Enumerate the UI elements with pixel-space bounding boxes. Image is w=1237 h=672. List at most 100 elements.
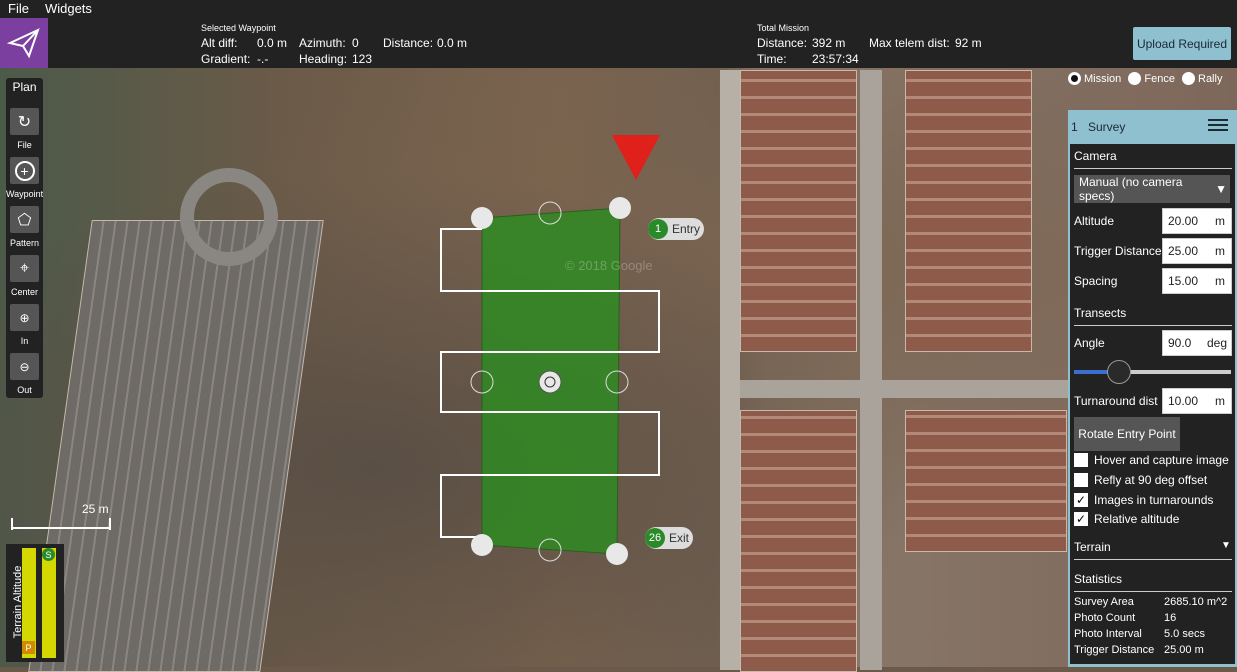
spacing-value: 15.00 <box>1168 274 1199 288</box>
divider <box>1074 559 1232 560</box>
terrain-section-label[interactable]: Terrain <box>1074 540 1111 554</box>
layer-radio-group: Mission Fence Rally <box>1068 72 1237 92</box>
total-mission-title: Total Mission <box>757 23 810 33</box>
camera-select[interactable]: Manual (no camera specs) ▼ <box>1074 175 1230 203</box>
checkbox-images-turnarounds[interactable]: ✓ Images in turnarounds <box>1074 493 1213 507</box>
turnaround-value: 10.00 <box>1168 394 1199 408</box>
transects-section-label: Transects <box>1074 306 1127 320</box>
altitude-field[interactable]: 20.00 m <box>1162 208 1232 234</box>
terrain-bar <box>42 548 56 658</box>
angle-slider[interactable] <box>1074 360 1231 384</box>
gradient-label: Gradient: <box>201 52 251 66</box>
radio-rally-label: Rally <box>1198 72 1223 85</box>
stat-value: 5.0 secs <box>1164 628 1205 640</box>
stat-value: 2685.10 m^2 <box>1164 596 1228 608</box>
radio-mission-label: Mission <box>1084 72 1122 85</box>
radio-fence[interactable]: Fence <box>1128 72 1175 85</box>
checkmark-icon: ✓ <box>1074 493 1088 507</box>
stat-value: 16 <box>1164 612 1177 624</box>
azimuth-value: 0 <box>352 36 359 50</box>
survey-header[interactable]: 1 Survey <box>1068 113 1237 139</box>
tool-waypoint[interactable]: + <box>10 157 39 184</box>
survey-editor: Camera Manual (no camera specs) ▼ Altitu… <box>1070 144 1235 664</box>
vertex-handle <box>471 207 493 229</box>
tool-zoom-in-label: In <box>20 336 29 346</box>
checkbox-label: Refly at 90 deg offset <box>1094 473 1208 487</box>
checkbox-label: Hover and capture image <box>1094 453 1229 467</box>
total-distance-value: 392 m <box>812 36 846 50</box>
slider-handle[interactable] <box>1107 360 1131 384</box>
entry-number: 1 <box>648 219 668 239</box>
slider-track <box>1119 370 1231 374</box>
chevron-down-icon[interactable]: ▼ <box>1221 540 1231 551</box>
survey-title: Survey <box>1088 120 1126 134</box>
paper-plane-icon[interactable] <box>0 18 48 68</box>
altitude-value: 20.00 <box>1168 214 1199 228</box>
toolbar: Selected Waypoint Alt diff: 0.0 m Azimut… <box>0 18 1237 68</box>
time-label: Time: <box>757 52 787 66</box>
max-telem-value: 92 m <box>955 36 982 50</box>
radio-mission[interactable]: Mission <box>1068 72 1121 85</box>
map-watermark: © 2018 Google <box>565 258 653 273</box>
checkbox-refly[interactable]: Refly at 90 deg offset <box>1074 473 1207 487</box>
checkbox-box <box>1074 473 1088 487</box>
map-view[interactable]: 1 Entry 26 Exit 25 m © 2018 Google <box>0 0 1237 672</box>
total-distance-label: Distance: <box>757 36 808 50</box>
trigger-distance-label: Trigger Distance <box>1074 244 1162 258</box>
radio-fence-indicator <box>1128 72 1142 85</box>
menu-file[interactable]: File <box>0 0 37 16</box>
entry-marker[interactable]: 1 Entry <box>648 218 704 240</box>
spacing-label: Spacing <box>1074 274 1118 288</box>
start-marker: S <box>42 548 55 561</box>
tool-zoom-out[interactable]: ⊖ <box>10 353 39 380</box>
checkbox-hover-capture[interactable]: Hover and capture image <box>1074 453 1229 467</box>
angle-label: Angle <box>1074 336 1105 350</box>
hamburger-menu-icon[interactable] <box>1208 117 1228 136</box>
tool-zoom-in[interactable]: ⊕ <box>10 304 39 331</box>
center-icon: ⌖ <box>19 259 29 277</box>
stat-label: Trigger Distance <box>1074 644 1155 656</box>
distance-label: Distance: <box>383 36 434 50</box>
distance-value: 0.0 m <box>437 36 468 50</box>
upload-button[interactable]: Upload Required <box>1133 27 1231 60</box>
chevron-down-icon: ▼ <box>1215 182 1227 196</box>
angle-field[interactable]: 90.0 deg <box>1162 330 1232 356</box>
divider <box>1074 591 1232 592</box>
radio-rally[interactable]: Rally <box>1182 72 1222 85</box>
camera-select-value: Manual (no camera specs) <box>1079 175 1183 203</box>
tool-pattern-label: Pattern <box>9 238 40 248</box>
exit-marker[interactable]: 26 Exit <box>645 527 693 549</box>
altitude-unit: m <box>1215 214 1225 228</box>
radio-fence-label: Fence <box>1144 72 1175 85</box>
stat-label: Photo Interval <box>1074 628 1142 640</box>
center-drag-icon <box>538 370 562 394</box>
tool-pattern[interactable]: ⬠ <box>10 206 39 233</box>
angle-value: 90.0 <box>1168 336 1192 350</box>
stat-label: Photo Count <box>1074 612 1136 624</box>
menu-widgets[interactable]: Widgets <box>37 0 100 16</box>
spacing-field[interactable]: 15.00 m <box>1162 268 1232 294</box>
max-telem-label: Max telem dist: <box>869 36 950 50</box>
spacing-unit: m <box>1215 274 1225 288</box>
tool-file[interactable]: ↻ <box>10 108 39 135</box>
heading-label: Heading: <box>299 52 348 66</box>
checkbox-relative-altitude[interactable]: ✓ Relative altitude <box>1074 512 1179 526</box>
zoom-in-icon: ⊕ <box>19 310 30 325</box>
checkmark-icon: ✓ <box>1074 512 1088 526</box>
azimuth-label: Azimuth: <box>299 36 346 50</box>
plane-marker: P <box>22 641 35 654</box>
trigger-distance-value: 25.00 <box>1168 244 1199 258</box>
exit-number: 26 <box>645 528 665 548</box>
tool-center[interactable]: ⌖ <box>10 255 39 282</box>
turnaround-field[interactable]: 10.00 m <box>1162 388 1232 414</box>
vertex-handle <box>606 543 628 565</box>
alt-diff-value: 0.0 m <box>257 36 288 50</box>
rotate-entry-point-button[interactable]: Rotate Entry Point <box>1074 417 1180 451</box>
trigger-distance-field[interactable]: 25.00 m <box>1162 238 1232 264</box>
vehicle-icon <box>612 135 660 180</box>
statistics-section-label: Statistics <box>1074 572 1123 586</box>
entry-label: Entry <box>672 222 701 236</box>
alt-diff-label: Alt diff: <box>201 36 238 50</box>
tool-zoom-out-label: Out <box>17 385 32 395</box>
turnaround-label: Turnaround dist <box>1074 394 1158 408</box>
